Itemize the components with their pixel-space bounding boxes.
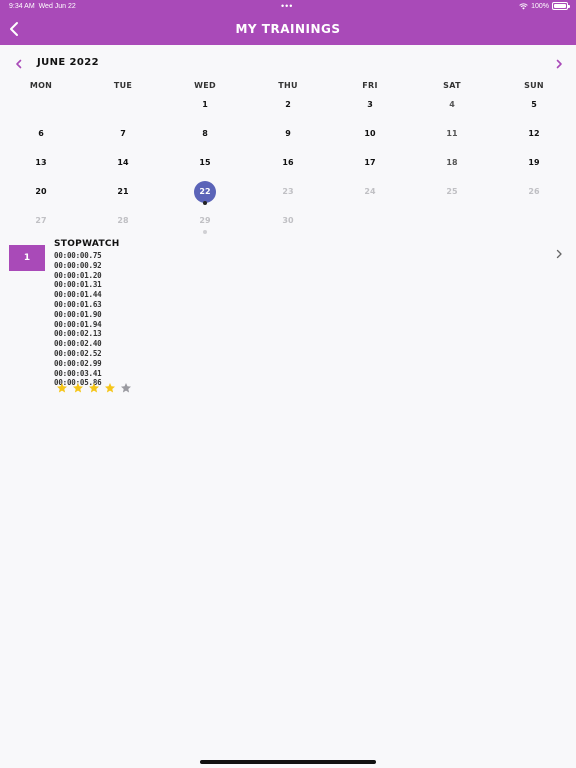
calendar-day[interactable]: 21	[110, 185, 136, 199]
calendar-day[interactable]: 7	[110, 127, 136, 141]
lap-times-list: 00:00:00.75 00:00:00.92 00:00:01.20 00:00:0…	[54, 251, 102, 388]
star-icon	[57, 383, 67, 393]
calendar-header: JUNE 2022	[0, 55, 576, 73]
home-indicator	[200, 760, 376, 764]
weekday-label: TUE	[113, 81, 133, 90]
calendar-day[interactable]: 11	[439, 127, 465, 141]
status-right: 100%	[519, 2, 570, 10]
weekday-label: FRI	[362, 81, 378, 90]
weekday-header-row: MON TUE WED THU FRI SAT SUN	[0, 81, 576, 93]
weekday-label: SUN	[524, 81, 544, 90]
wifi-icon	[519, 2, 528, 9]
calendar-day[interactable]: 3	[357, 98, 383, 112]
star-icon	[89, 383, 99, 393]
calendar-day[interactable]: 15	[192, 156, 218, 170]
lap-time: 00:00:01.63	[54, 299, 102, 309]
lap-time: 00:00:03.41	[54, 368, 102, 378]
status-bar: 9:34 AM Wed Jun 22 ••• 100%	[0, 0, 576, 14]
calendar-day[interactable]: 2	[275, 98, 301, 112]
calendar-day[interactable]: 5	[521, 98, 547, 112]
star-icon	[121, 383, 131, 393]
calendar-day[interactable]: 25	[439, 185, 465, 199]
lap-time: 00:00:01.31	[54, 280, 102, 290]
event-dot	[203, 201, 207, 205]
calendar-day[interactable]: 28	[110, 214, 136, 228]
calendar-day[interactable]: 6	[28, 127, 54, 141]
event-dot	[203, 230, 207, 234]
calendar-day[interactable]: 26	[521, 185, 547, 199]
training-title: STOPWATCH	[54, 239, 120, 249]
calendar-day[interactable]: 13	[28, 156, 54, 170]
chevron-right-icon	[556, 59, 562, 69]
calendar-day[interactable]: 17	[357, 156, 383, 170]
weekday-label: WED	[194, 81, 216, 90]
next-month-button[interactable]	[552, 56, 566, 70]
page-title: MY TRAININGS	[235, 22, 341, 36]
training-index-badge: 1	[9, 245, 45, 271]
lap-time: 00:00:01.90	[54, 309, 102, 319]
calendar-day[interactable]: 16	[275, 156, 301, 170]
chevron-left-icon	[16, 59, 22, 69]
battery-percent: 100%	[531, 2, 549, 10]
star-icon	[73, 383, 83, 393]
lap-time: 00:00:01.94	[54, 319, 102, 329]
header-bar: 9:34 AM Wed Jun 22 ••• 100% MY TRAININGS	[0, 0, 576, 45]
calendar-day[interactable]: 8	[192, 127, 218, 141]
training-list-item[interactable]: 1 STOPWATCH 00:00:00.75 00:00:00.92 00:00:…	[0, 239, 576, 400]
weekday-label: SAT	[443, 81, 461, 90]
calendar-day[interactable]: 29	[192, 214, 218, 228]
calendar-day[interactable]: 18	[439, 156, 465, 170]
calendar-day[interactable]: 23	[275, 185, 301, 199]
calendar-day[interactable]: 9	[275, 127, 301, 141]
status-clock: 9:34 AM	[9, 3, 35, 10]
lap-time: 00:00:02.40	[54, 339, 102, 349]
calendar-day[interactable]: 30	[275, 214, 301, 228]
multitask-dots[interactable]: •••	[281, 1, 293, 11]
calendar-day[interactable]: 24	[357, 185, 383, 199]
calendar-day-selected[interactable]: 22	[194, 181, 216, 203]
lap-time: 00:00:01.20	[54, 270, 102, 280]
lap-time: 00:00:02.52	[54, 348, 102, 358]
calendar-day[interactable]: 1	[192, 98, 218, 112]
calendar-day[interactable]: 14	[110, 156, 136, 170]
calendar-day[interactable]: 27	[28, 214, 54, 228]
battery-icon	[552, 2, 570, 10]
lap-time: 00:00:00.92	[54, 260, 102, 270]
calendar-day[interactable]: 4	[439, 98, 465, 112]
row-disclosure[interactable]	[553, 245, 565, 259]
status-date: Wed Jun 22	[38, 3, 76, 10]
calendar-day[interactable]: 20	[28, 185, 54, 199]
previous-month-button[interactable]	[12, 56, 26, 70]
lap-time: 00:00:00.75	[54, 251, 102, 260]
calendar-day[interactable]: 19	[521, 156, 547, 170]
status-time: 9:34 AM Wed Jun 22	[9, 3, 76, 10]
lap-time: 00:00:02.99	[54, 358, 102, 368]
star-icon	[105, 383, 115, 393]
lap-time: 00:00:02.13	[54, 329, 102, 339]
month-label: JUNE 2022	[37, 57, 99, 68]
calendar-day[interactable]: 10	[357, 127, 383, 141]
lap-time: 00:00:01.44	[54, 290, 102, 300]
rating-stars	[56, 382, 132, 394]
calendar-day[interactable]: 12	[521, 127, 547, 141]
chevron-right-icon	[556, 249, 562, 259]
weekday-label: THU	[278, 81, 298, 90]
weekday-label: MON	[29, 81, 53, 90]
